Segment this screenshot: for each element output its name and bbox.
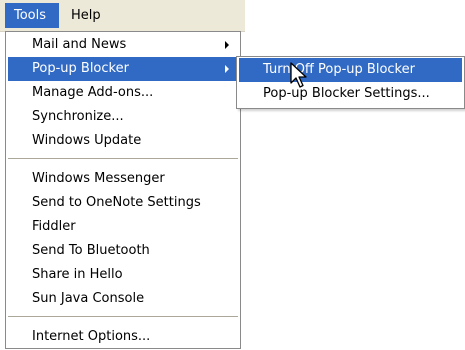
screenshot-root: Tools Help Mail and News Pop-up Blocker … (0, 0, 465, 350)
menu-tools[interactable]: Tools (5, 3, 59, 28)
menu-item-label: Internet Options... (32, 329, 151, 344)
menu-item-label: Sun Java Console (32, 291, 145, 306)
menu-item-label: Synchronize... (32, 109, 124, 124)
menu-bar: Tools Help (0, 0, 245, 32)
menu-item-synchronize[interactable]: Synchronize... (8, 105, 238, 129)
menu-item-label: Mail and News (32, 37, 127, 52)
submenu-arrow-icon (225, 41, 229, 49)
menu-separator (8, 158, 238, 160)
menu-item-popup-blocker[interactable]: Pop-up Blocker (8, 57, 238, 81)
menu-help[interactable]: Help (67, 3, 117, 28)
menu-item-label: Fiddler (32, 219, 76, 234)
menu-item-label: Pop-up Blocker Settings... (263, 86, 430, 101)
menu-item-label: Send To Bluetooth (32, 243, 150, 258)
menu-item-fiddler[interactable]: Fiddler (8, 215, 238, 239)
menu-item-label: Turn Off Pop-up Blocker (263, 62, 415, 77)
menu-item-manage-add-ons[interactable]: Manage Add-ons... (8, 81, 238, 105)
menu-item-windows-update[interactable]: Windows Update (8, 129, 238, 153)
menu-item-internet-options[interactable]: Internet Options... (8, 325, 238, 349)
menu-item-windows-messenger[interactable]: Windows Messenger (8, 167, 238, 191)
menu-item-sun-java-console[interactable]: Sun Java Console (8, 287, 238, 311)
menu-item-share-in-hello[interactable]: Share in Hello (8, 263, 238, 287)
menu-item-label: Pop-up Blocker (32, 61, 129, 76)
menu-item-mail-and-news[interactable]: Mail and News (8, 33, 238, 57)
menu-item-label: Share in Hello (32, 267, 123, 282)
submenu-arrow-icon (225, 65, 229, 73)
popup-blocker-submenu: Turn Off Pop-up Blocker Pop-up Blocker S… (236, 56, 465, 109)
menu-item-label: Send to OneNote Settings (32, 195, 201, 210)
menu-item-label: Windows Messenger (32, 171, 165, 186)
menu-item-label: Windows Update (32, 133, 142, 148)
menu-item-label: Manage Add-ons... (32, 85, 154, 100)
menu-separator (8, 316, 238, 318)
tools-dropdown-menu: Mail and News Pop-up Blocker Manage Add-… (5, 31, 241, 349)
mouse-cursor-icon (290, 62, 307, 88)
menu-item-popup-blocker-settings[interactable]: Pop-up Blocker Settings... (239, 82, 462, 106)
menu-item-send-to-onenote-settings[interactable]: Send to OneNote Settings (8, 191, 238, 215)
menu-item-turn-off-popup-blocker[interactable]: Turn Off Pop-up Blocker (239, 58, 462, 82)
menu-item-send-to-bluetooth[interactable]: Send To Bluetooth (8, 239, 238, 263)
